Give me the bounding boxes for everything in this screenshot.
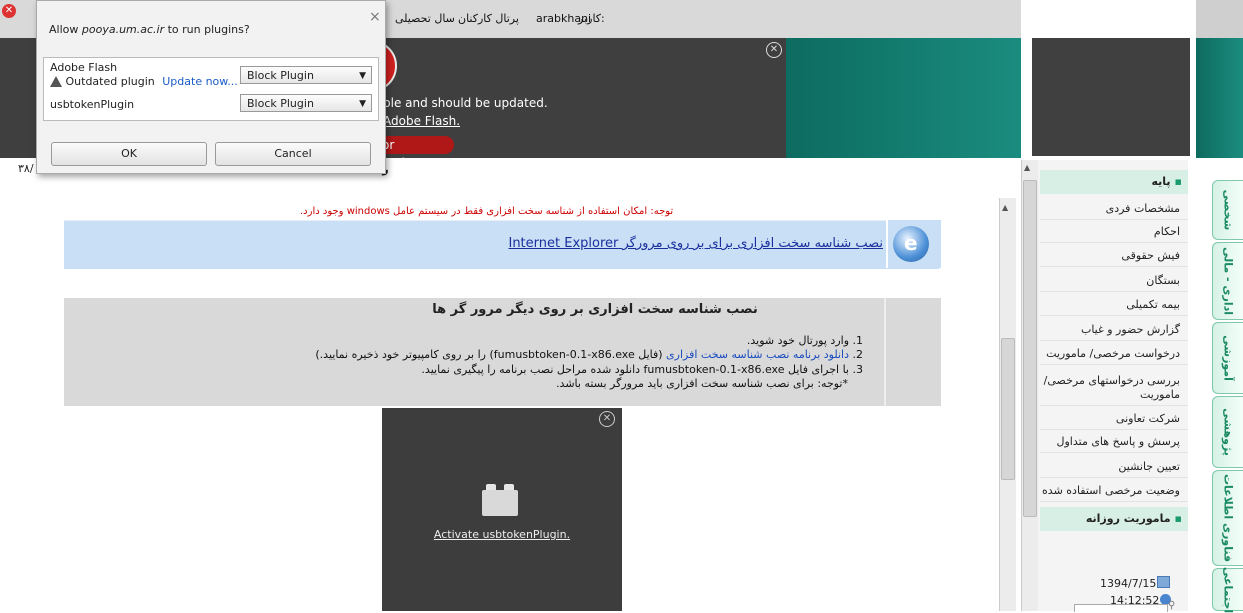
tab-administrative-financial-label: اداری - مالی [1221, 246, 1235, 316]
tab-research[interactable]: پژوهشی [1212, 396, 1243, 468]
download-installer-link[interactable]: دانلود برنامه نصب شناسه سخت افزاری [666, 348, 849, 361]
tab-personal-label: شخصی [1221, 189, 1235, 231]
flash-permission-value: Block Plugin [247, 69, 314, 82]
calendar-icon[interactable] [1157, 576, 1171, 588]
current-date-value: 1394/7/15 [1100, 577, 1157, 590]
dialog-title-suffix: to run plugins? [164, 23, 250, 36]
sidebar-item-dependents[interactable]: بستگان [1040, 270, 1188, 292]
chevron-down-icon: ▼ [359, 99, 366, 109]
ok-button[interactable]: OK [51, 142, 207, 166]
plugin-puzzle-icon [482, 484, 518, 516]
plugin-list: Adobe Flash Outdated plugin Update now..… [43, 57, 379, 121]
banner-close-icon[interactable]: ✕ [766, 42, 782, 58]
sidebar-item-supplementary-insurance[interactable]: بیمه تکمیلی [1040, 294, 1188, 316]
sidebar-section-daily-mission-label: ماموریت روزانه [1085, 512, 1171, 525]
tab-social[interactable]: اجتماعی [1212, 566, 1243, 613]
step-2-text: (فایل fumusbtoken-0.1-x86.exe) را بر روی… [315, 348, 667, 361]
adobe-flash-link[interactable]: Adobe Flash. [383, 114, 460, 128]
header-banner-image [786, 38, 1021, 158]
other-browsers-icon-cell [884, 298, 941, 406]
tab-administrative-financial[interactable]: اداری - مالی [1212, 242, 1243, 320]
sidebar-item-faq[interactable]: پرسش و پاسخ های متداول [1040, 431, 1188, 453]
outdated-plugin-label: Outdated plugin [65, 75, 155, 88]
current-date: 1394/7/15 [1100, 576, 1171, 590]
plugin-status-row: Outdated plugin Update now... [50, 75, 238, 88]
tab-educational-label: آموزشی [1221, 335, 1235, 381]
step-1: 1. وارد پورتال خود شوید. [746, 334, 863, 347]
content-scrollbar-thumb[interactable] [1001, 338, 1015, 480]
tab-it-label: فناوری اطلاعات [1221, 473, 1235, 563]
sidebar-item-leave-status[interactable]: وضعیت مرخصی استفاده شده [1040, 480, 1188, 502]
grid-icon: ▪ [1174, 512, 1182, 525]
close-tab-icon[interactable]: ✕ [2, 4, 16, 18]
search-icon[interactable]: ⚲ [1168, 600, 1175, 611]
sidebar-item-leave-request[interactable]: درخواست مرخصی/ ماموریت [1040, 343, 1188, 365]
sidebar-item-personal-info[interactable]: مشخصات فردی [1040, 198, 1188, 220]
header-banner-image-right [1196, 38, 1243, 158]
sidebar-item-substitute[interactable]: تعیین جانشین [1040, 456, 1188, 478]
windows-only-note: توجه: امکان استفاده از شناسه سخت افزاری … [300, 206, 674, 217]
academic-year-link[interactable]: سال تحصیلی [395, 12, 455, 25]
sidebar-item-cooperative[interactable]: شرکت تعاونی [1040, 408, 1188, 430]
sidebar-item-attendance-report[interactable]: گزارش حضور و غیاب [1040, 319, 1188, 341]
cancel-button[interactable]: Cancel [215, 142, 371, 166]
flash-outdated-message: ble and should be updated. [383, 96, 548, 110]
step-3: 3. با اجرای فایل fumusbtoken-0.1-x86.exe… [421, 363, 863, 376]
dialog-title-prefix: Allow [49, 23, 82, 36]
check-updates-button[interactable]: or updates... [378, 136, 454, 170]
update-now-link[interactable]: Update now... [162, 75, 238, 88]
plugin-name-flash: Adobe Flash [50, 61, 118, 74]
user-name[interactable]: arabkhani [536, 12, 591, 25]
ie-install-link[interactable]: نصب شناسه سخت افزاری برای بر روی مرورگر … [265, 236, 883, 251]
top-bar-right [1196, 0, 1243, 38]
warning-icon [50, 76, 62, 87]
activate-plugin-link[interactable]: Activate usbtokenPlugin. [382, 528, 622, 541]
tab-it[interactable]: فناوری اطلاعات [1212, 470, 1243, 566]
plugin-permission-dialog: Allow pooya.um.ac.ir to run plugins? × A… [36, 0, 386, 174]
step-2-number: 2. [849, 348, 863, 361]
plugin-close-icon[interactable]: ✕ [599, 411, 615, 427]
browser-closed-note: *توجه: برای نصب شناسه سخت افزاری باید مر… [556, 377, 848, 390]
sidebar-section-daily-mission[interactable]: ▪ماموریت روزانه [1040, 507, 1188, 531]
usbtoken-permission-value: Block Plugin [247, 97, 314, 110]
internet-explorer-icon: e [893, 226, 929, 262]
sidebar-item-review-requests[interactable]: بررسی درخواستهای مرخصی/ماموریت [1040, 370, 1188, 406]
sidebar-section-base[interactable]: ▪پایه [1040, 170, 1188, 194]
flash-permission-select[interactable]: Block Plugin ▼ [240, 66, 372, 84]
dialog-title-site: pooya.um.ac.ir [81, 23, 165, 36]
dialog-title: Allow pooya.um.ac.ir to run plugins? [49, 23, 250, 36]
header-logo-area [1032, 38, 1190, 156]
other-browsers-title: نصب شناسه سخت افزاری بر روی دیگر مرور گر… [432, 302, 758, 317]
subrow-left-text: ۳۸/ [18, 162, 34, 175]
sidebar-scroll-up-icon[interactable]: ▲ [1024, 163, 1030, 172]
tab-research-label: پژوهشی [1221, 408, 1235, 456]
tab-educational[interactable]: آموزشی [1212, 322, 1243, 394]
chevron-down-icon: ▼ [359, 71, 366, 81]
sidebar-item-decrees[interactable]: احکام [1040, 221, 1188, 243]
sidebar-scrollbar-thumb[interactable] [1023, 180, 1037, 517]
dialog-close-icon[interactable]: × [369, 9, 381, 25]
step-2: 2. دانلود برنامه نصب شناسه سخت افزاری (ف… [63, 348, 863, 361]
sidebar-section-base-label: پایه [1151, 175, 1171, 188]
plugin-name-usbtoken: usbtokenPlugin [50, 98, 135, 111]
scroll-up-arrow-icon[interactable]: ▲ [1002, 203, 1008, 212]
portal-link[interactable]: پرتال کارکنان [458, 12, 519, 25]
tab-social-label: اجتماعی [1221, 566, 1235, 613]
tab-personal[interactable]: شخصی [1212, 180, 1243, 240]
usbtoken-permission-select[interactable]: Block Plugin ▼ [240, 94, 372, 112]
sidebar-item-payslip[interactable]: فیش حقوقی [1040, 245, 1188, 267]
grid-icon: ▪ [1174, 175, 1182, 188]
